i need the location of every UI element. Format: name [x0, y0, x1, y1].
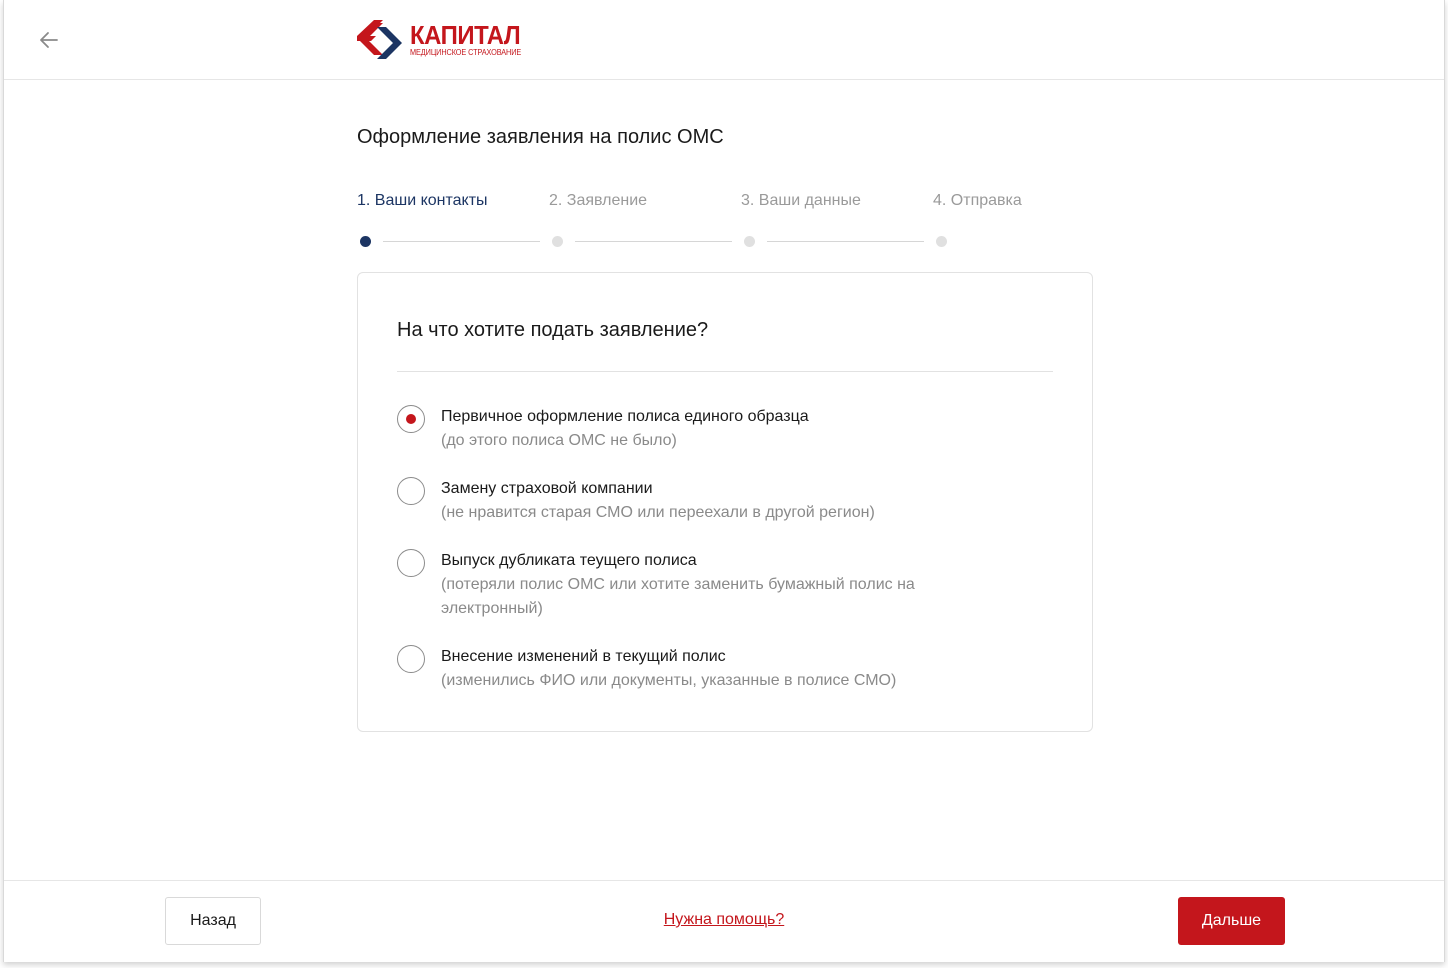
- page-title: Оформление заявления на полис ОМС: [357, 126, 724, 148]
- option-text: Замену страховой компании (не нравится с…: [441, 477, 1001, 525]
- option-hint: (изменились ФИО или документы, указанные…: [441, 672, 897, 689]
- step-dot: [360, 236, 371, 247]
- option-hint: (потеряли полис ОМС или хотите заменить …: [441, 576, 915, 617]
- step-label: 3. Ваши данные: [741, 192, 861, 209]
- logo-mark-icon: [357, 20, 402, 59]
- header: КАПИТАЛ МЕДИЦИНСКОЕ СТРАХОВАНИЕ: [4, 0, 1444, 80]
- step-send: 4. Отправка: [933, 192, 1125, 247]
- option-text: Выпуск дубликата теущего полиса (потерял…: [441, 549, 941, 621]
- app-window: КАПИТАЛ МЕДИЦИНСКОЕ СТРАХОВАНИЕ Оформлен…: [3, 0, 1445, 962]
- step-label: 4. Отправка: [933, 192, 1022, 209]
- step-application: 2. Заявление: [549, 192, 741, 247]
- divider: [397, 371, 1053, 372]
- application-type-card: На что хотите подать заявление? Первично…: [357, 272, 1093, 732]
- logo-subtitle: МЕДИЦИНСКОЕ СТРАХОВАНИЕ: [410, 47, 522, 57]
- logo-text: КАПИТАЛ МЕДИЦИНСКОЕ СТРАХОВАНИЕ: [410, 22, 539, 57]
- option-label: Выпуск дубликата теущего полиса: [441, 552, 697, 569]
- step-dot: [744, 236, 755, 247]
- radio-button[interactable]: [397, 405, 425, 433]
- step-connector: [575, 241, 732, 242]
- next-button[interactable]: Дальше: [1178, 897, 1285, 945]
- step-your-data: 3. Ваши данные: [741, 192, 933, 247]
- company-logo: КАПИТАЛ МЕДИЦИНСКОЕ СТРАХОВАНИЕ: [356, 19, 539, 61]
- option-label: Первичное оформление полиса единого обра…: [441, 408, 809, 425]
- step-contacts: 1. Ваши контакты: [357, 192, 549, 247]
- step-dot: [936, 236, 947, 247]
- stepper: 1. Ваши контакты 2. Заявление 3. Ваши да…: [357, 192, 1097, 252]
- option-label: Внесение изменений в текущий полис: [441, 648, 726, 665]
- footer: Назад Нужна помощь? Дальше: [4, 880, 1444, 962]
- step-label: 2. Заявление: [549, 192, 648, 209]
- option-label: Замену страховой компании: [441, 480, 653, 497]
- radio-button[interactable]: [397, 477, 425, 505]
- step-connector: [383, 241, 540, 242]
- radio-button[interactable]: [397, 645, 425, 673]
- option-text: Внесение изменений в текущий полис (изме…: [441, 645, 1001, 693]
- step-label: 1. Ваши контакты: [357, 192, 488, 209]
- option-hint: (до этого полиса ОМС не было): [441, 432, 677, 449]
- option-text: Первичное оформление полиса единого обра…: [441, 405, 1001, 453]
- card-title: На что хотите подать заявление?: [397, 319, 709, 341]
- radio-button[interactable]: [397, 549, 425, 577]
- step-connector: [767, 241, 924, 242]
- arrow-left-icon[interactable]: [38, 29, 60, 51]
- option-hint: (не нравится старая СМО или переехали в …: [441, 504, 875, 521]
- step-dot: [552, 236, 563, 247]
- logo-name: КАПИТАЛ: [410, 20, 521, 50]
